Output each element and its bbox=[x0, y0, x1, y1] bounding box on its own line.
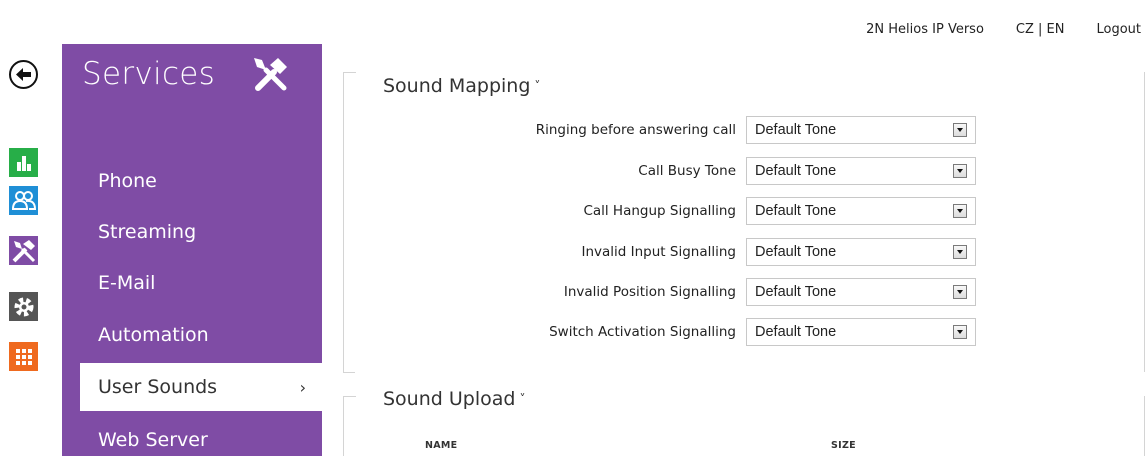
select-value: Default Tone bbox=[755, 122, 837, 138]
chevron-down-icon: ˅ bbox=[534, 79, 541, 93]
hangup-signal-select[interactable]: Default Tone bbox=[746, 197, 976, 225]
chevron-right-icon: › bbox=[299, 377, 306, 397]
sidebar-item-automation[interactable]: Automation bbox=[98, 324, 322, 346]
invalid-input-select[interactable]: Default Tone bbox=[746, 238, 976, 266]
section-divider bbox=[343, 372, 355, 373]
busy-tone-select[interactable]: Default Tone bbox=[746, 157, 976, 185]
language-switch[interactable]: CZ | EN bbox=[1016, 22, 1065, 46]
sidebar-item-user-sounds[interactable]: User Sounds › bbox=[80, 363, 322, 411]
sound-upload-title[interactable]: Sound Upload ˅ bbox=[383, 388, 525, 410]
tools-icon bbox=[248, 52, 292, 96]
sidebar-item-web-server[interactable]: Web Server bbox=[98, 429, 322, 451]
dropdown-arrow-icon[interactable] bbox=[953, 123, 967, 137]
select-value: Default Tone bbox=[755, 244, 837, 260]
mapping-row: Invalid Position Signalling Default Tone bbox=[360, 277, 986, 307]
services-icon[interactable] bbox=[9, 236, 38, 265]
sidebar-item-streaming[interactable]: Streaming bbox=[98, 221, 322, 243]
mapping-row: Switch Activation Signalling Default Ton… bbox=[360, 317, 986, 347]
mapping-row: Call Hangup Signalling Default Tone bbox=[360, 196, 986, 226]
sidebar-item-label: User Sounds bbox=[98, 376, 218, 398]
section-title-text: Sound Upload bbox=[383, 388, 516, 410]
dropdown-arrow-icon[interactable] bbox=[953, 204, 967, 218]
field-label: Switch Activation Signalling bbox=[549, 324, 736, 340]
services-sidebar: Services Phone Streaming E-Mail Automati… bbox=[62, 44, 322, 456]
sound-upload-border bbox=[343, 396, 356, 456]
field-label: Invalid Position Signalling bbox=[563, 284, 736, 300]
field-label: Ringing before answering call bbox=[535, 122, 736, 138]
mapping-row: Call Busy Tone Default Tone bbox=[360, 156, 986, 186]
switch-activation-select[interactable]: Default Tone bbox=[746, 318, 976, 346]
select-value: Default Tone bbox=[755, 163, 837, 179]
apps-icon[interactable] bbox=[9, 342, 38, 371]
select-value: Default Tone bbox=[755, 324, 837, 340]
dropdown-arrow-icon[interactable] bbox=[953, 325, 967, 339]
settings-icon[interactable] bbox=[9, 292, 38, 321]
section-title-text: Sound Mapping bbox=[383, 75, 531, 97]
mapping-row: Ringing before answering call Default To… bbox=[360, 115, 986, 145]
ringing-tone-select[interactable]: Default Tone bbox=[746, 116, 976, 144]
sound-mapping-border bbox=[343, 72, 356, 372]
dropdown-arrow-icon[interactable] bbox=[953, 164, 967, 178]
select-value: Default Tone bbox=[755, 284, 837, 300]
chevron-down-icon: ˅ bbox=[519, 392, 526, 406]
directory-icon[interactable] bbox=[9, 186, 38, 215]
select-value: Default Tone bbox=[755, 203, 837, 219]
dropdown-arrow-icon[interactable] bbox=[953, 285, 967, 299]
section-divider bbox=[1144, 72, 1145, 372]
field-label: Call Busy Tone bbox=[638, 163, 736, 179]
device-name: 2N Helios IP Verso bbox=[866, 22, 984, 37]
sidebar-item-email[interactable]: E-Mail bbox=[98, 272, 322, 294]
back-icon[interactable] bbox=[9, 60, 38, 89]
column-header-size: SIZE bbox=[831, 440, 856, 451]
dropdown-arrow-icon[interactable] bbox=[953, 245, 967, 259]
logout-link[interactable]: Logout bbox=[1096, 22, 1141, 46]
sound-mapping-title[interactable]: Sound Mapping ˅ bbox=[383, 75, 540, 97]
section-divider bbox=[1144, 396, 1145, 456]
top-bar: 2N Helios IP Verso CZ | EN Logout bbox=[866, 22, 1141, 46]
mapping-row: Invalid Input Signalling Default Tone bbox=[360, 237, 986, 267]
field-label: Invalid Input Signalling bbox=[581, 244, 736, 260]
status-icon[interactable] bbox=[9, 148, 38, 177]
invalid-position-select[interactable]: Default Tone bbox=[746, 278, 976, 306]
field-label: Call Hangup Signalling bbox=[583, 203, 736, 219]
sidebar-title: Services bbox=[82, 56, 216, 92]
sidebar-item-phone[interactable]: Phone bbox=[98, 170, 322, 192]
column-header-name: NAME bbox=[425, 440, 458, 451]
